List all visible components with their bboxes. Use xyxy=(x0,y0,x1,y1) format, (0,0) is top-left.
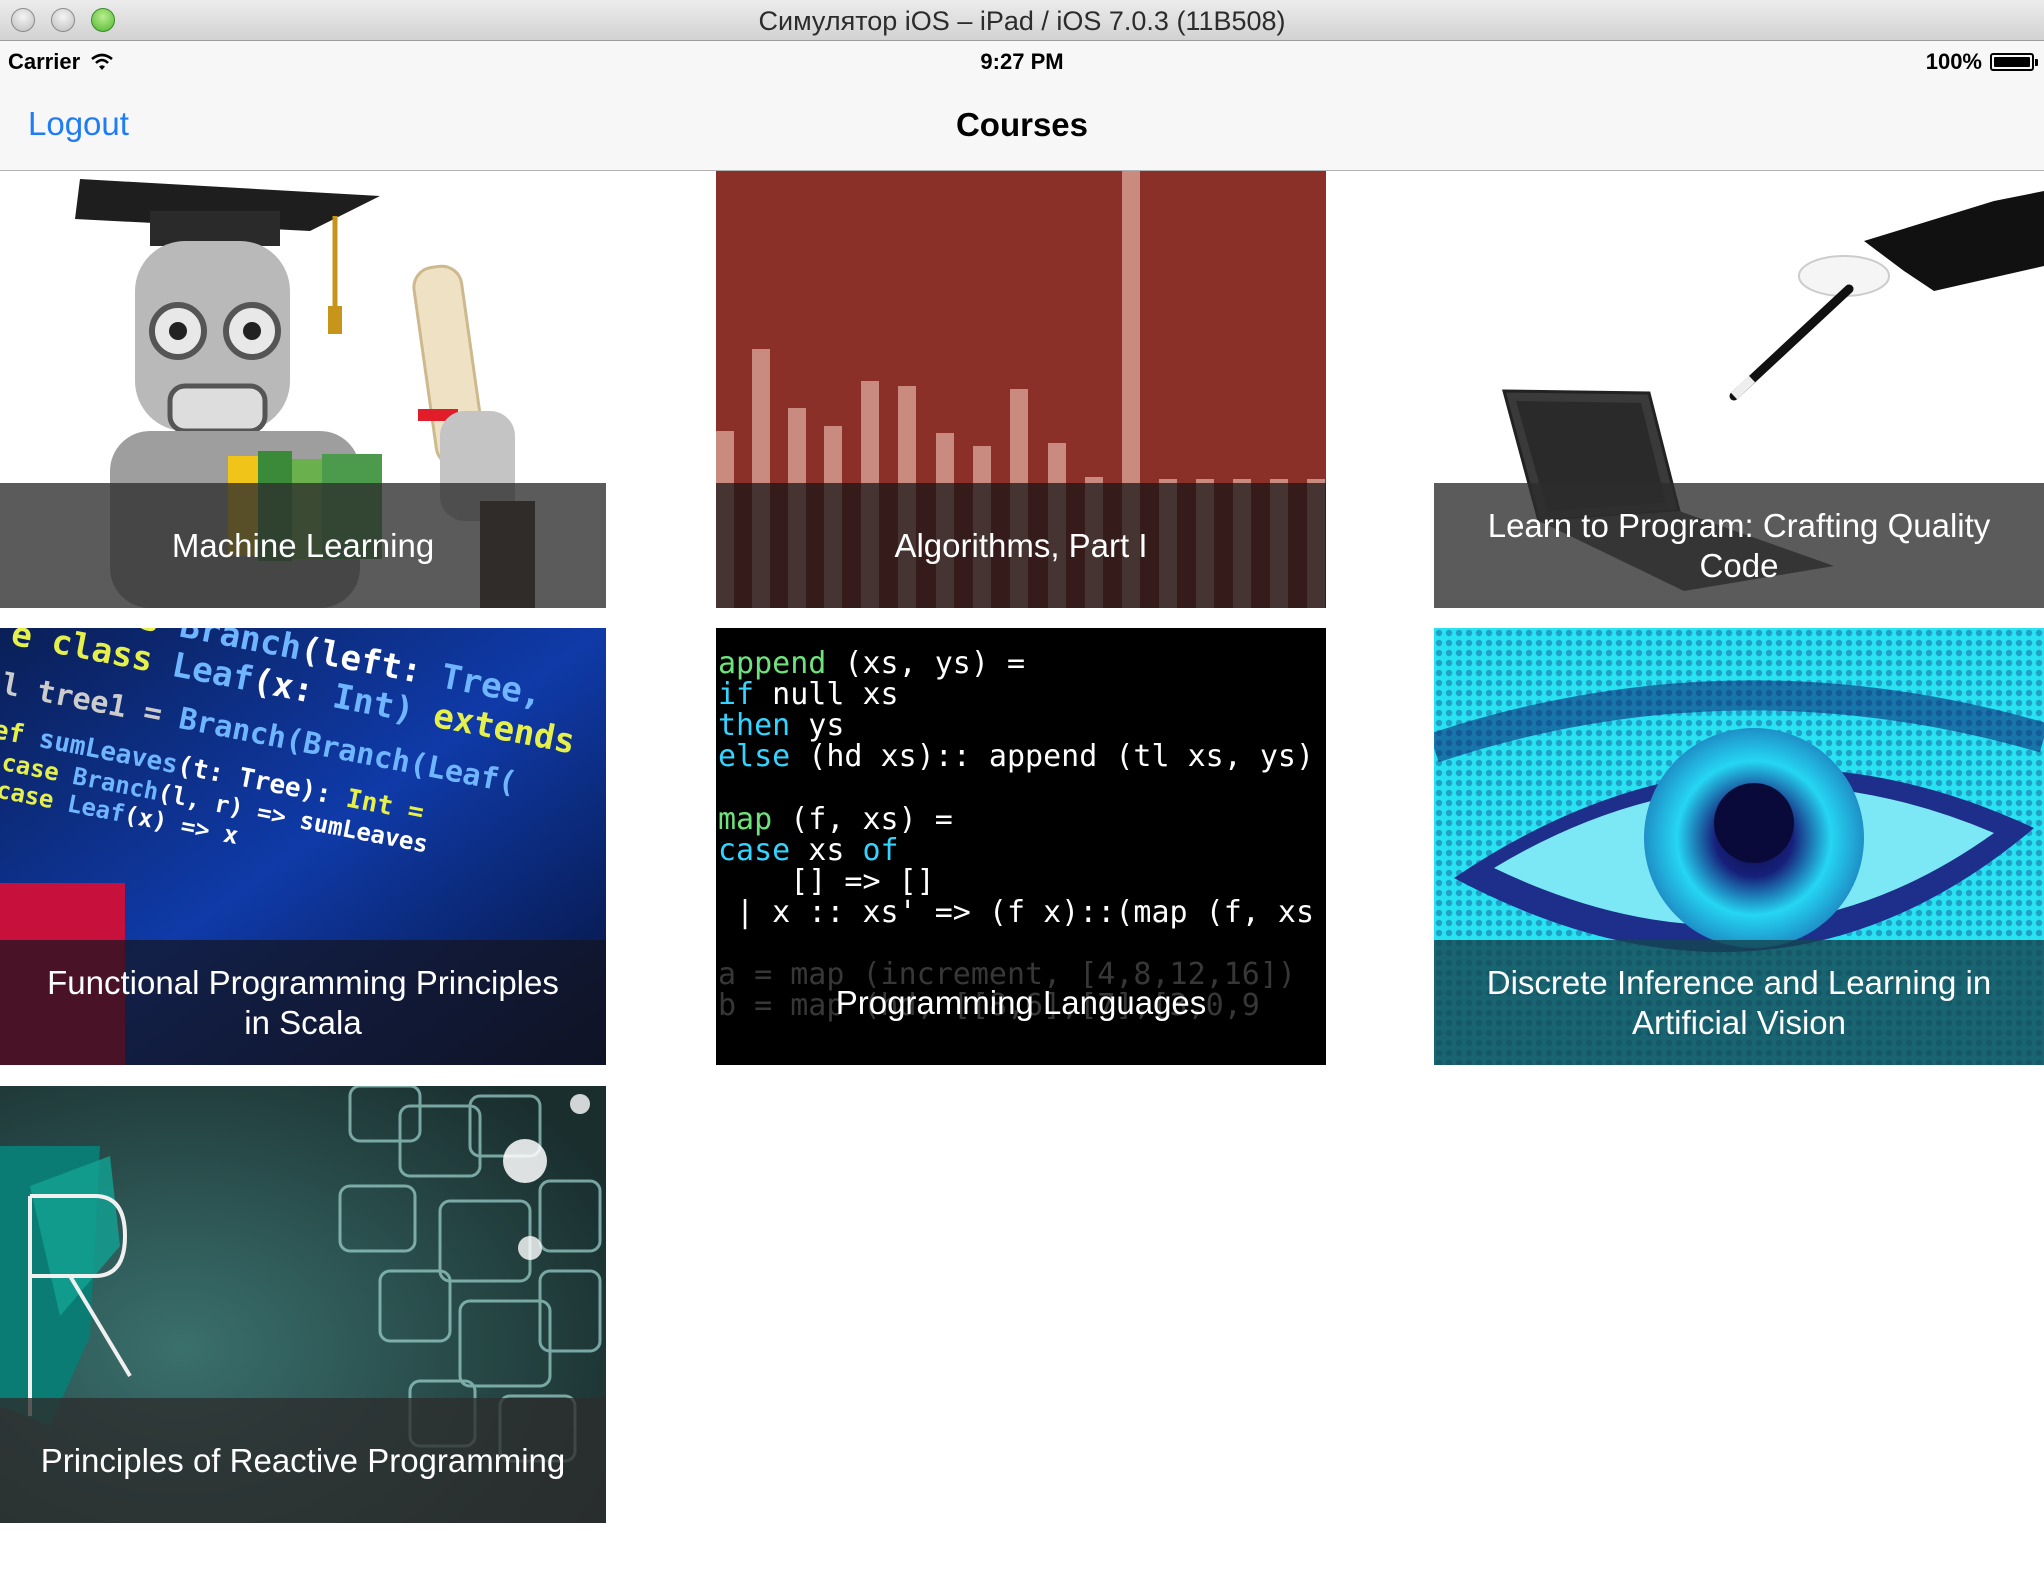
course-tile-programming-languages[interactable]: append (xs, ys) = if null xs then ys els… xyxy=(716,628,1326,1065)
course-title: Algorithms, Part I xyxy=(716,483,1326,608)
page-title: Courses xyxy=(955,106,1089,143)
course-title: Principles of Reactive Programming xyxy=(0,1398,606,1523)
navigation-bar: Logout Courses xyxy=(0,85,2044,171)
course-tile-reactive-programming[interactable]: Principles of Reactive Programming xyxy=(0,1086,606,1523)
status-bar: Carrier 9:27 PM 100% xyxy=(0,41,2044,85)
course-title: Machine Learning xyxy=(0,483,606,608)
course-title: Discrete Inference and Learning in Artif… xyxy=(1434,940,2044,1065)
course-tile-learn-to-program[interactable]: Learn to Program: Crafting Quality Code xyxy=(1434,171,2044,608)
course-tile-machine-learning[interactable]: Machine Learning xyxy=(0,171,606,608)
battery-percent: 100% xyxy=(1925,49,1982,74)
course-tile-algorithms-part-1[interactable]: Algorithms, Part I xyxy=(716,171,1326,608)
course-title: Functional Programming Principles in Sca… xyxy=(0,940,606,1065)
battery-icon xyxy=(1990,53,2038,71)
battery-indicator: 100% xyxy=(1925,49,2038,75)
clock: 9:27 PM xyxy=(980,49,1064,74)
course-tile-functional-programming-scala[interactable]: Tree e class Branch(left: Tree, e class … xyxy=(0,628,606,1065)
course-title: Programming Languages xyxy=(716,940,1326,1065)
window-title: Симулятор iOS – iPad / iOS 7.0.3 (11B508… xyxy=(758,6,1286,36)
simulator-title-bar: Симулятор iOS – iPad / iOS 7.0.3 (11B508… xyxy=(0,0,2044,41)
course-title: Learn to Program: Crafting Quality Code xyxy=(1434,483,2044,608)
course-tile-artificial-vision[interactable]: Discrete Inference and Learning in Artif… xyxy=(1434,628,2044,1065)
